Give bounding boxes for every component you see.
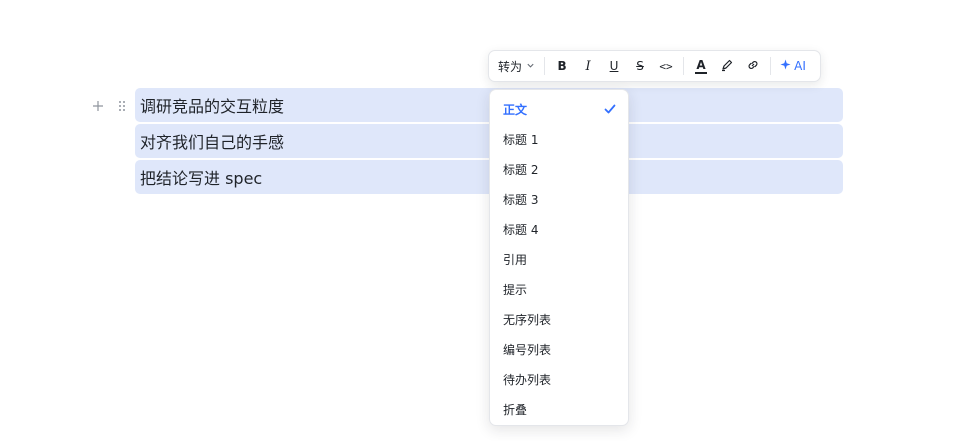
turn-into-button[interactable]: 转为 bbox=[493, 54, 540, 78]
strikethrough-button[interactable]: S bbox=[627, 54, 653, 78]
text-color-button[interactable]: A bbox=[688, 54, 714, 78]
menu-item-label: 待办列表 bbox=[503, 372, 552, 387]
menu-item-label: 标题 3 bbox=[503, 192, 539, 207]
menu-item-label: 标题 1 bbox=[503, 132, 539, 147]
inline-code-button[interactable]: <> bbox=[653, 54, 679, 78]
turn-into-label: 转为 bbox=[498, 59, 523, 74]
menu-item-numbered-list[interactable]: 编号列表 bbox=[490, 334, 628, 364]
text-color-swatch bbox=[695, 71, 708, 74]
menu-item-bulleted-list[interactable]: 无序列表 bbox=[490, 304, 628, 334]
text-color-label: A bbox=[696, 57, 706, 72]
highlighter-icon bbox=[720, 58, 734, 75]
menu-item-todo-list[interactable]: 待办列表 bbox=[490, 364, 628, 394]
check-icon bbox=[604, 103, 616, 115]
menu-item-label: 折叠 bbox=[503, 402, 528, 417]
drag-handle-icon[interactable] bbox=[114, 98, 130, 114]
menu-item-label: 无序列表 bbox=[503, 312, 552, 327]
menu-item-label: 标题 2 bbox=[503, 162, 539, 177]
chevron-down-icon bbox=[526, 59, 535, 73]
menu-item-label: 引用 bbox=[503, 252, 528, 267]
menu-item-label: 提示 bbox=[503, 282, 528, 297]
menu-item-quote[interactable]: 引用 bbox=[490, 244, 628, 274]
menu-item-label: 编号列表 bbox=[503, 342, 552, 357]
italic-button[interactable]: I bbox=[575, 54, 601, 78]
plus-icon[interactable] bbox=[90, 98, 106, 114]
menu-item-callout[interactable]: 提示 bbox=[490, 274, 628, 304]
menu-item-toggle[interactable]: 折叠 bbox=[490, 394, 628, 424]
block-text: 调研竞品的交互粒度 bbox=[140, 97, 285, 116]
sparkle-icon bbox=[780, 59, 791, 73]
menu-item-heading-1[interactable]: 标题 1 bbox=[490, 124, 628, 154]
bold-button[interactable]: B bbox=[549, 54, 575, 78]
ai-button[interactable]: AI bbox=[775, 54, 811, 78]
link-button[interactable] bbox=[740, 54, 766, 78]
underline-button[interactable]: U bbox=[601, 54, 627, 78]
menu-item-label: 正文 bbox=[503, 102, 528, 117]
ai-label: AI bbox=[794, 59, 806, 73]
highlight-button[interactable] bbox=[714, 54, 740, 78]
format-toolbar: 转为 B I U S <> A AI bbox=[488, 50, 821, 82]
menu-item-heading-4[interactable]: 标题 4 bbox=[490, 214, 628, 244]
block-handles bbox=[90, 94, 130, 118]
block-text: 对齐我们自己的手感 bbox=[140, 133, 285, 152]
menu-item-heading-3[interactable]: 标题 3 bbox=[490, 184, 628, 214]
block-text: 把结论写进 spec bbox=[140, 169, 263, 188]
toolbar-divider bbox=[544, 57, 546, 75]
menu-item-label: 标题 4 bbox=[503, 222, 539, 237]
turn-into-menu: 正文 标题 1 标题 2 标题 3 标题 4 引用 提示 无序列表 编号列表 待… bbox=[489, 89, 629, 426]
toolbar-divider bbox=[683, 57, 685, 75]
toolbar-divider bbox=[770, 57, 772, 75]
link-icon bbox=[746, 58, 760, 75]
menu-item-heading-2[interactable]: 标题 2 bbox=[490, 154, 628, 184]
menu-item-body-text[interactable]: 正文 bbox=[490, 94, 628, 124]
